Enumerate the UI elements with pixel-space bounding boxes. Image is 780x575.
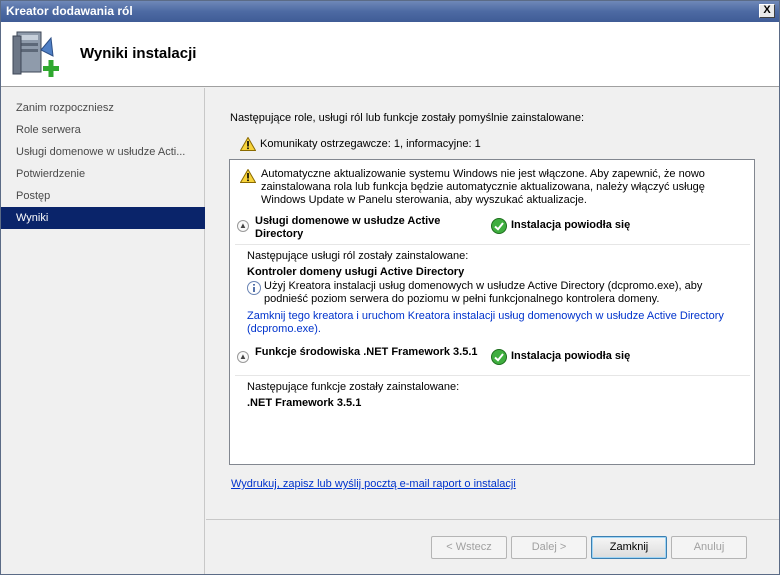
- info-icon: [247, 281, 261, 295]
- info-text: Użyj Kreatora instalacji usług domenowyc…: [264, 280, 703, 305]
- wizard-window: Kreator dodawania ról X Wyniki instalacj…: [0, 0, 780, 575]
- summary-text: Komunikaty ostrzegawcze: 1, informacyjne…: [260, 138, 481, 150]
- sidebar-item-before-you-begin[interactable]: Zanim rozpoczniesz: [1, 97, 205, 119]
- close-button[interactable]: Zamknij: [591, 536, 667, 559]
- installed-caption: Następujące usługi ról zostały zainstalo…: [247, 250, 469, 262]
- close-window-button[interactable]: X: [759, 4, 775, 18]
- installed-caption: Następujące funkcje zostały zainstalowan…: [247, 381, 460, 393]
- warning-icon: [240, 137, 256, 151]
- results-panel[interactable]: Automatyczne aktualizowanie systemu Wind…: [229, 159, 755, 465]
- installed-item: Kontroler domeny usługi Active Directory: [247, 266, 465, 278]
- wizard-footer: < Wstecz Dalej > Zamknij Anuluj: [206, 519, 779, 574]
- collapse-chevron-icon[interactable]: ▲: [237, 220, 249, 232]
- section-title: Usługi domenowe w usłudze Active Directo…: [255, 215, 441, 240]
- page-title: Wyniki instalacji: [80, 45, 197, 62]
- section-header-ad-ds: ▲ Usługi domenowe w usłudze Active Direc…: [235, 215, 750, 243]
- server-add-icon: [12, 31, 59, 77]
- back-button[interactable]: < Wstecz: [431, 536, 507, 559]
- warning-icon: [240, 169, 256, 183]
- cancel-button[interactable]: Anuluj: [671, 536, 747, 559]
- wizard-steps-sidebar: Zanim rozpoczniesz Role serwera Usługi d…: [1, 88, 205, 574]
- success-check-icon: [491, 218, 507, 234]
- run-dcpromo-link[interactable]: Zamknij tego kreatora i uruchom Kreatora…: [247, 310, 737, 336]
- sidebar-item-results[interactable]: Wyniki: [1, 207, 205, 229]
- main-content: Następujące role, usługi ról lub funkcje…: [206, 88, 779, 520]
- section-divider: [235, 244, 750, 245]
- section-divider: [235, 375, 750, 376]
- success-check-icon: [491, 349, 507, 365]
- section-header-net-framework: ▲ Funkcje środowiska .NET Framework 3.5.…: [235, 346, 750, 374]
- intro-text: Następujące role, usługi ról lub funkcje…: [230, 112, 585, 124]
- section-status: Instalacja powiodła się: [511, 219, 631, 231]
- section-title: Funkcje środowiska .NET Framework 3.5.1: [255, 346, 478, 358]
- collapse-chevron-icon[interactable]: ▲: [237, 351, 249, 363]
- wizard-header: Wyniki instalacji: [1, 22, 779, 87]
- sidebar-item-progress[interactable]: Postęp: [1, 185, 205, 207]
- installation-report-link[interactable]: Wydrukuj, zapisz lub wyślij pocztą e-mai…: [231, 478, 516, 490]
- sidebar-item-confirmation[interactable]: Potwierdzenie: [1, 163, 205, 185]
- section-status: Instalacja powiodła się: [511, 350, 631, 362]
- title-bar: Kreator dodawania ról X: [1, 1, 779, 22]
- next-button[interactable]: Dalej >: [511, 536, 587, 559]
- sidebar-item-ad-ds[interactable]: Usługi domenowe w usłudze Acti...: [1, 141, 205, 163]
- window-title: Kreator dodawania ról: [6, 4, 133, 18]
- sidebar-item-server-roles[interactable]: Role serwera: [1, 119, 205, 141]
- warning-text: Automatyczne aktualizowanie systemu Wind…: [261, 168, 705, 206]
- installed-item: .NET Framework 3.5.1: [247, 397, 362, 409]
